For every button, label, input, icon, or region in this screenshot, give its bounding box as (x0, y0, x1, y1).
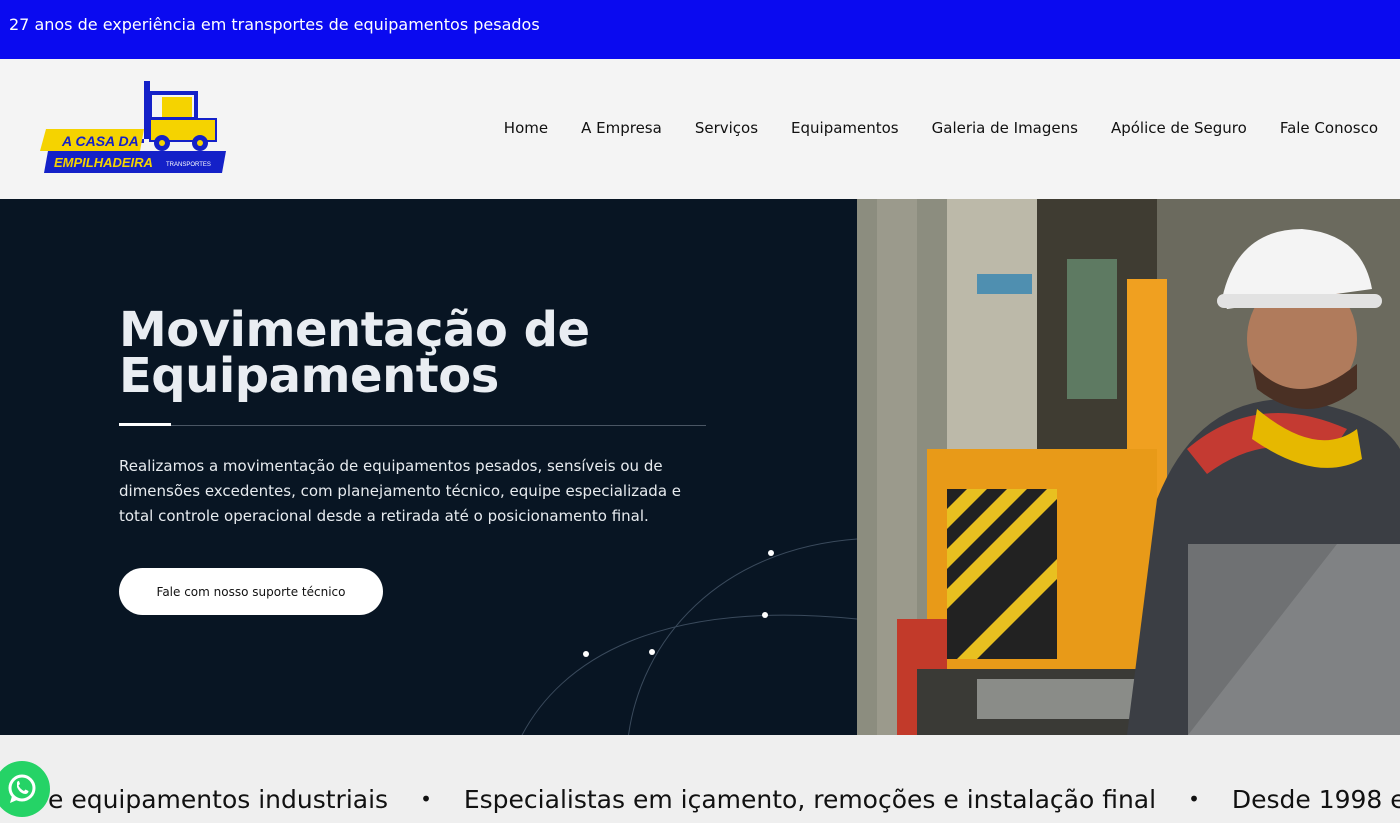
announcement-text: 27 anos de experiência em transportes de… (9, 15, 540, 34)
forklift-icon (134, 81, 217, 151)
contact-support-button[interactable]: Fale com nosso suporte técnico (119, 568, 383, 615)
nav-fale-conosco[interactable]: Fale Conosco (1280, 119, 1378, 137)
ticker-track: e equipamentos industriais • Especialistas… (48, 785, 1400, 814)
logo-text-line2: EMPILHADEIRA (54, 155, 153, 170)
nav-a-empresa[interactable]: A Empresa (581, 119, 662, 137)
hero-worker-photo (857, 199, 1400, 735)
site-header: A CASA DA EMPILHADEIRA TRANSPORTES Home … (0, 59, 1400, 199)
hero-title: Movimentação de Equipamentos (119, 302, 739, 404)
hero-section: Movimentação de Equipamentos Realizamos … (0, 199, 1400, 735)
nav-home[interactable]: Home (504, 119, 548, 137)
company-logo[interactable]: A CASA DA EMPILHADEIRA TRANSPORTES (40, 79, 226, 175)
logo-text-line1: A CASA DA (61, 133, 139, 149)
ticker-item: e equipamentos industriais (48, 785, 389, 814)
marquee-ticker: e equipamentos industriais • Especialistas… (0, 735, 1400, 823)
ticker-separator: • (1188, 787, 1200, 811)
main-navigation: Home A Empresa Serviços Equipamentos Gal… (471, 119, 1378, 137)
hero-description: Realizamos a movimentação de equipamento… (119, 457, 682, 525)
top-announcement-bar: 27 anos de experiência em transportes de… (0, 0, 1400, 59)
ticker-item: Especialistas em içamento, remoções e in… (463, 785, 1157, 814)
hero-title-line2: Equipamentos (119, 348, 499, 404)
ticker-separator: • (420, 787, 432, 811)
nav-servicos[interactable]: Serviços (695, 119, 758, 137)
whatsapp-icon (8, 774, 36, 803)
hero-divider-accent (119, 423, 171, 426)
logo-text-sub: TRANSPORTES (166, 162, 211, 168)
nav-apolice-de-seguro[interactable]: Apólice de Seguro (1111, 119, 1247, 137)
nav-galeria-de-imagens[interactable]: Galeria de Imagens (932, 119, 1078, 137)
hero-title-line1: Movimentação de (119, 302, 590, 358)
ticker-item: Desde 1998 ent (1231, 785, 1400, 814)
hero-divider (119, 425, 706, 426)
nav-equipamentos[interactable]: Equipamentos (791, 119, 899, 137)
